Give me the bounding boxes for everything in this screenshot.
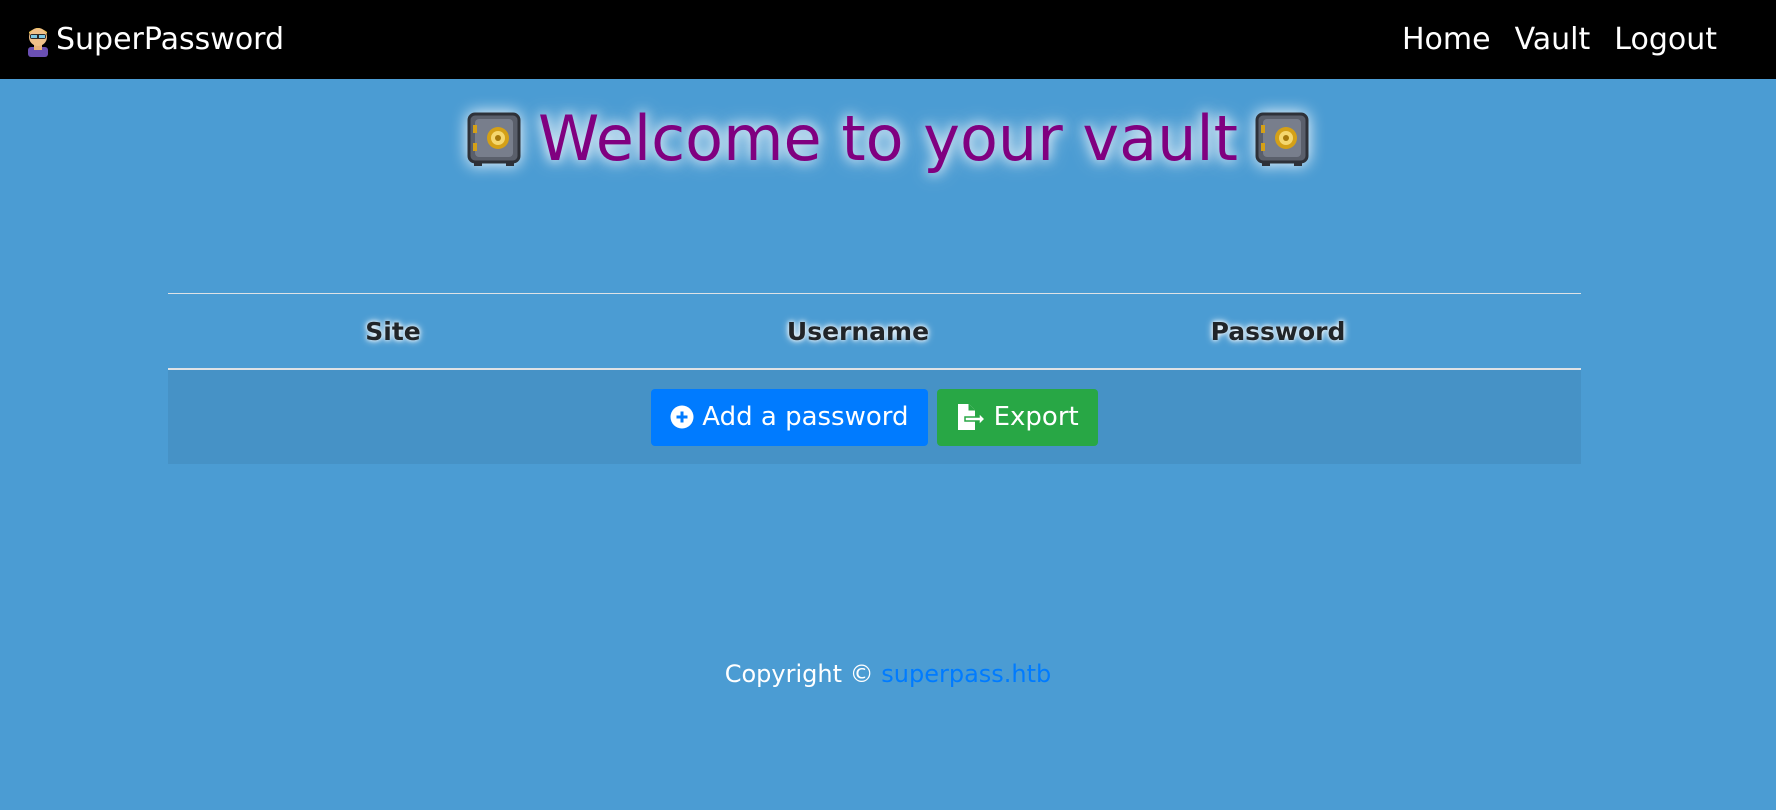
export-button[interactable]: Export: [936, 388, 1098, 446]
copyright-text: Copyright ©: [724, 660, 874, 688]
nav-links: Home Vault Logout: [1402, 22, 1717, 57]
file-export-icon: [957, 404, 986, 430]
safe-icon: [1255, 112, 1309, 166]
table-actions-cell: Add a password Export: [168, 369, 1581, 464]
hacker-icon: [28, 27, 48, 57]
footer: Copyright © superpass.htb: [0, 660, 1776, 688]
column-header-site: Site: [168, 293, 618, 370]
table-header-row: Site Username Password: [168, 293, 1581, 370]
column-header-username: Username: [618, 293, 1098, 370]
nav-vault-link[interactable]: Vault: [1515, 22, 1591, 57]
page-heading: Welcome to your vault: [0, 102, 1776, 175]
table-row: Add a password Export: [168, 369, 1581, 464]
vault-table-container: Site Username Password Add a password Ex…: [168, 293, 1581, 464]
brand-link[interactable]: SuperPassword: [22, 22, 284, 57]
footer-site-link[interactable]: superpass.htb: [881, 660, 1051, 688]
safe-icon: [467, 112, 521, 166]
page-title: Welcome to your vault: [538, 102, 1238, 175]
nav-home-link[interactable]: Home: [1402, 22, 1491, 57]
column-header-actions: [1458, 293, 1581, 370]
brand-name: SuperPassword: [56, 22, 285, 57]
add-password-button[interactable]: Add a password: [651, 388, 928, 446]
vault-table: Site Username Password Add a password Ex…: [168, 293, 1581, 464]
nav-logout-link[interactable]: Logout: [1614, 22, 1717, 57]
plus-circle-icon: [670, 405, 694, 429]
column-header-password: Password: [1098, 293, 1458, 370]
export-label: Export: [993, 402, 1079, 432]
navbar: SuperPassword Home Vault Logout: [0, 0, 1776, 79]
add-password-label: Add a password: [702, 402, 909, 432]
